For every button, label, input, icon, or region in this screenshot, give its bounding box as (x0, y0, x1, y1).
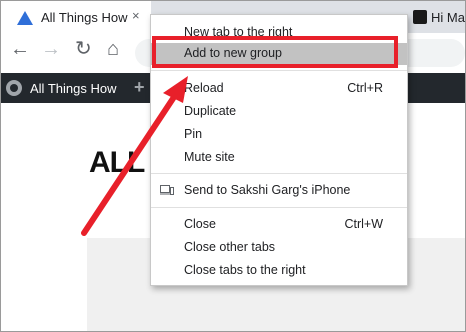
highlight-box-annotation (152, 36, 398, 68)
menu-item-pin[interactable]: Pin (151, 124, 407, 146)
menu-item-close-other-tabs[interactable]: Close other tabs (151, 237, 407, 259)
menu-item-label: Send to Sakshi Garg's iPhone (184, 183, 351, 197)
menu-item-label: Close (184, 217, 216, 231)
back-icon[interactable]: ← (10, 39, 30, 59)
menu-item-duplicate[interactable]: Duplicate (151, 101, 407, 123)
menu-item-send-to-device[interactable]: Send to Sakshi Garg's iPhone (151, 180, 407, 202)
triangle-favicon-icon (17, 11, 33, 25)
dashboard-icon[interactable] (6, 80, 22, 96)
menu-item-shortcut: Ctrl+R (347, 81, 383, 95)
reload-icon[interactable]: ↻ (75, 39, 92, 59)
tab-second-title[interactable]: Hi Mar Mor Cr ative Ficti (431, 10, 465, 25)
menu-item-label: Mute site (184, 150, 235, 164)
menu-item-label: Reload (184, 81, 224, 95)
close-icon[interactable]: × (132, 8, 140, 23)
menu-item-close-tabs-right[interactable]: Close tabs to the right (151, 260, 407, 282)
plus-icon[interactable]: + (134, 77, 145, 98)
menu-separator (151, 70, 407, 71)
tab-title: All Things How (41, 10, 128, 25)
menu-separator (151, 173, 407, 174)
menu-item-mute-site[interactable]: Mute site (151, 147, 407, 169)
menu-separator (151, 207, 407, 208)
menu-item-label: Duplicate (184, 104, 237, 118)
menu-item-label: Close tabs to the right (184, 263, 306, 277)
menu-item-label: Pin (184, 127, 203, 141)
site-logo: ALL (89, 146, 145, 179)
menu-item-reload[interactable]: Reload Ctrl+R (151, 78, 407, 100)
site-favicon-icon (413, 10, 427, 24)
wp-site-name[interactable]: All Things How (30, 81, 116, 96)
tab-all-things-how[interactable]: All Things How × (1, 1, 151, 37)
forward-icon[interactable]: → (41, 39, 61, 59)
menu-item-close[interactable]: Close Ctrl+W (151, 214, 407, 236)
home-icon[interactable]: ⌂ (107, 39, 119, 59)
devices-icon (160, 185, 174, 195)
menu-item-shortcut: Ctrl+W (344, 217, 383, 231)
menu-item-label: Close other tabs (184, 240, 276, 254)
